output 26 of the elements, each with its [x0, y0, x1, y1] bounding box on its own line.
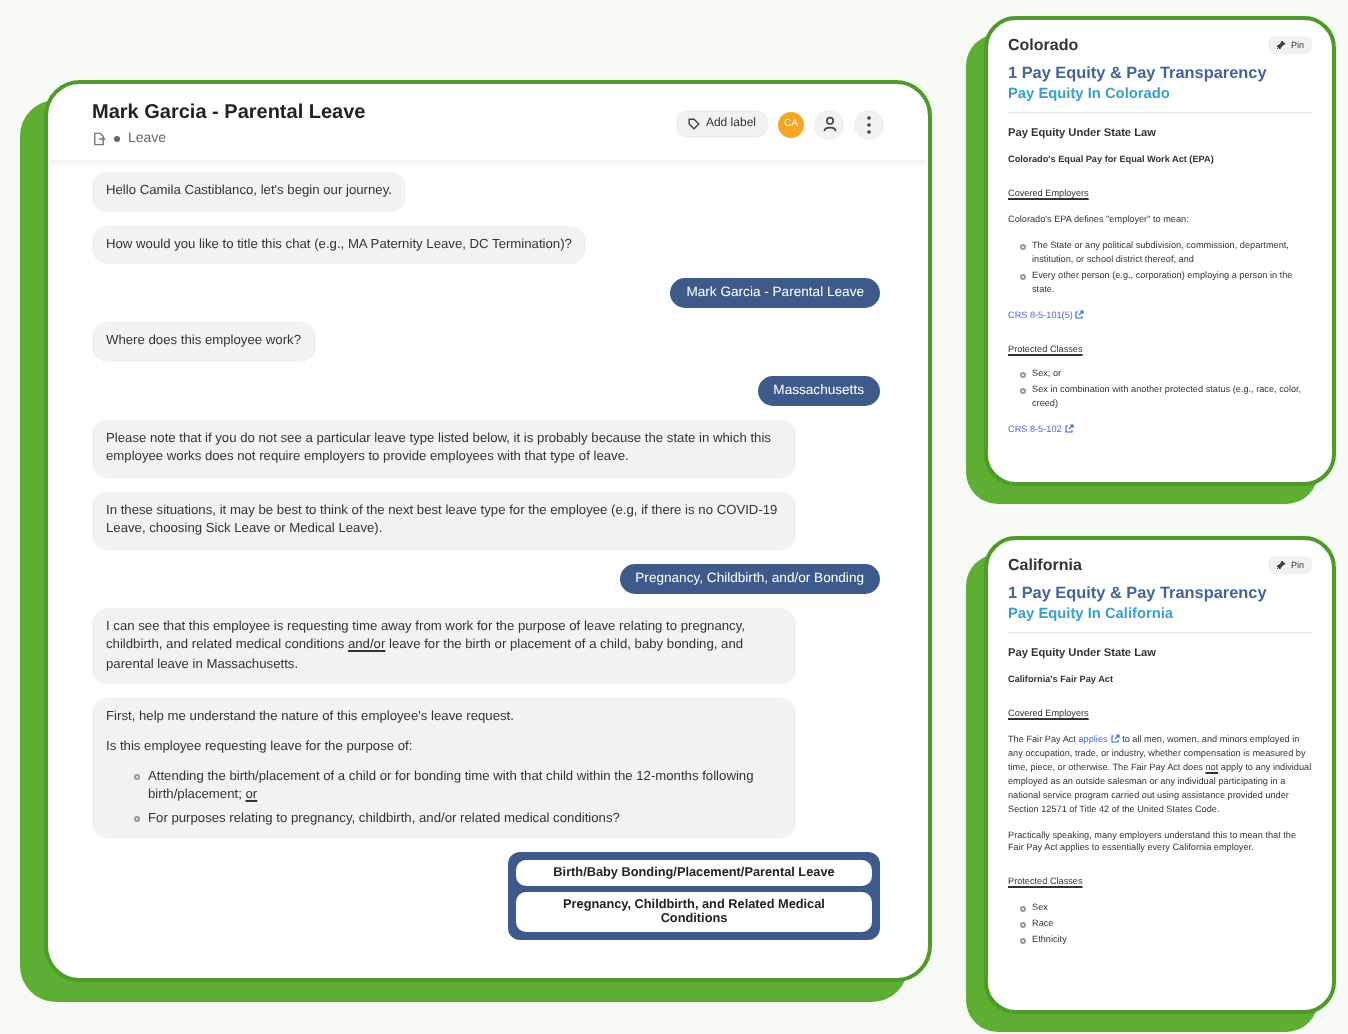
pin-icon [1276, 40, 1287, 50]
state-title: California [1008, 556, 1082, 574]
chat-title: Mark Garcia - Parental Leave [92, 102, 366, 124]
external-link-icon [1109, 734, 1120, 745]
bullet-icon [1020, 372, 1026, 379]
state-title: Colorado [1008, 36, 1079, 54]
bullet-icon [1020, 273, 1026, 280]
bullet-icon [1020, 937, 1026, 944]
topic-title: 1 Pay Equity & Pay Transparency [1008, 64, 1269, 82]
bullet-icon [1020, 388, 1026, 395]
pin-icon [1276, 560, 1287, 570]
external-link-icon [1063, 424, 1074, 435]
separator-dot [114, 136, 120, 142]
external-link-icon [1074, 309, 1085, 320]
person-icon [821, 116, 837, 132]
bullet-icon [1020, 906, 1026, 913]
tag-icon [687, 118, 700, 130]
assign-user-button[interactable] [814, 109, 844, 139]
more-options-button[interactable] [854, 109, 884, 139]
document-icon [92, 132, 106, 146]
bullet-icon [1020, 922, 1026, 929]
bullet-icon [134, 774, 140, 781]
bullet-icon [1020, 244, 1026, 251]
topic-title: 1 Pay Equity & Pay Transparency [1008, 584, 1269, 602]
bullet-icon [134, 816, 140, 823]
more-icon [866, 115, 872, 133]
